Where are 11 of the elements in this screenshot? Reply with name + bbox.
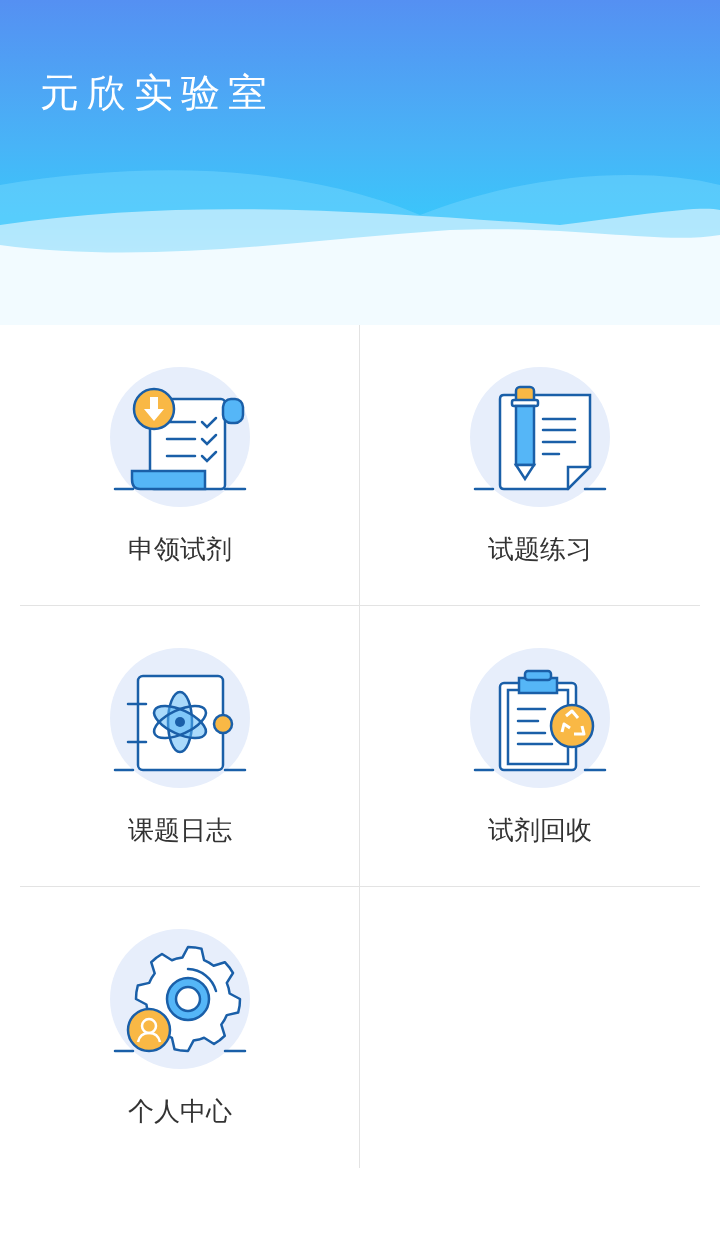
gear-user-icon — [109, 929, 250, 1069]
menu-tile[interactable]: 试题练习 — [360, 325, 720, 606]
scroll-icon — [109, 367, 250, 507]
menu-tile[interactable]: 课题日志 — [0, 606, 360, 887]
app-title: 元欣实验室 — [39, 69, 275, 117]
atom-icon — [109, 648, 250, 788]
pencil-paper-icon — [470, 367, 610, 507]
menu-tile[interactable]: 个人中心 — [0, 887, 360, 1168]
menu-tile[interactable]: 申领试剂 — [0, 325, 360, 606]
menu-tile[interactable]: 试剂回收 — [360, 606, 720, 887]
clipboard-recycle-icon — [470, 648, 610, 788]
